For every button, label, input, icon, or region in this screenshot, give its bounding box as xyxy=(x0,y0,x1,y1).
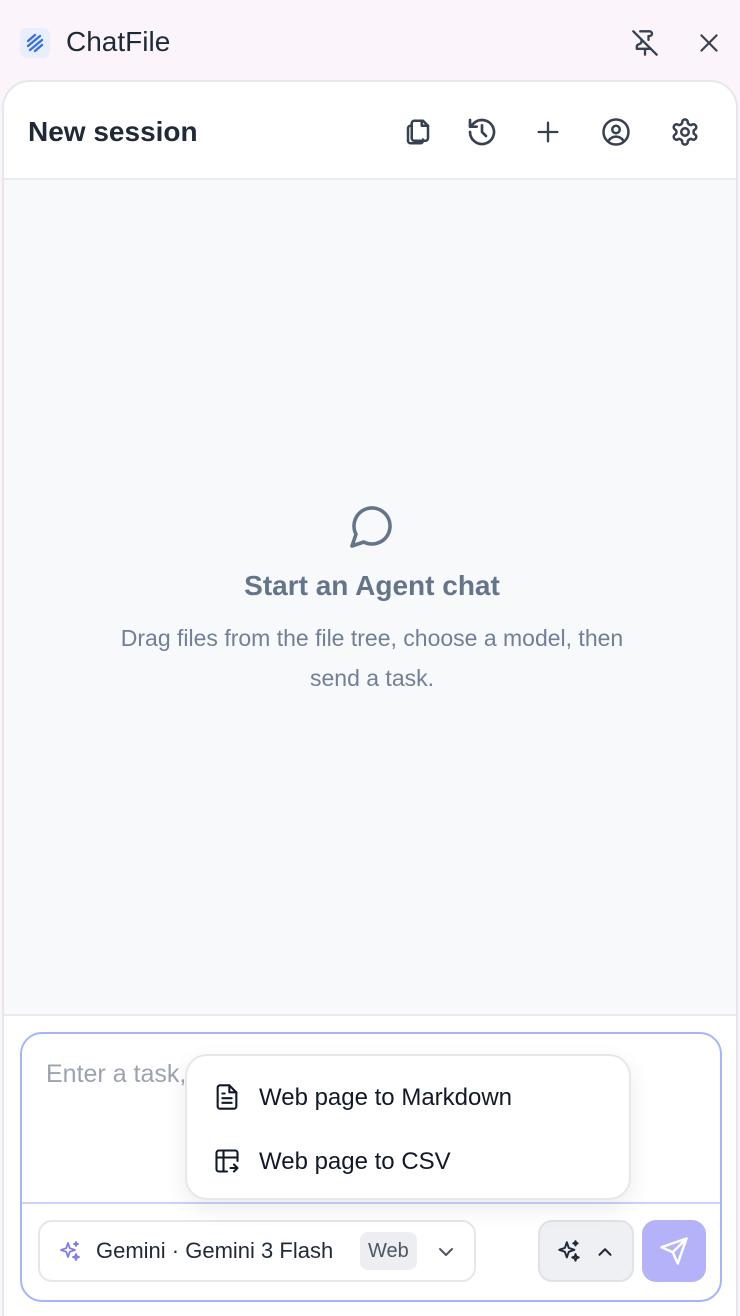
copy-button[interactable] xyxy=(396,110,440,154)
chat-bubble-icon xyxy=(350,506,392,548)
pin-off-icon xyxy=(632,30,658,56)
account-button[interactable] xyxy=(594,110,638,154)
quick-actions-menu: Web page to Markdown Web page to CSV xyxy=(185,1054,631,1200)
web-badge: Web xyxy=(360,1232,417,1270)
new-session-button[interactable] xyxy=(526,110,570,154)
panel-header: New session xyxy=(4,82,736,180)
user-circle-icon xyxy=(602,118,630,146)
chevron-down-icon xyxy=(439,1248,453,1256)
model-selector[interactable]: Gemini · Gemini 3 Flash Web xyxy=(38,1220,476,1282)
unpin-button[interactable] xyxy=(626,24,664,62)
session-title: New session xyxy=(28,116,198,147)
quick-actions-button[interactable] xyxy=(538,1220,634,1282)
app-title: ChatFile xyxy=(66,26,171,57)
table-export-icon xyxy=(215,1149,239,1173)
plus-icon xyxy=(537,121,559,143)
close-button[interactable] xyxy=(690,24,728,62)
menu-item-web-to-csv[interactable]: Web page to CSV xyxy=(195,1132,621,1190)
close-icon xyxy=(700,34,718,52)
menu-item-web-to-markdown[interactable]: Web page to Markdown xyxy=(195,1068,621,1126)
settings-button[interactable] xyxy=(663,110,707,154)
model-label: Gemini · Gemini 3 Flash xyxy=(96,1238,334,1263)
document-icon xyxy=(216,1084,238,1110)
sparkles-icon xyxy=(60,1241,80,1261)
menu-item-label: Web page to CSV xyxy=(259,1148,451,1175)
menu-item-label: Web page to Markdown xyxy=(259,1084,513,1111)
app-logo-icon xyxy=(20,28,50,58)
history-button[interactable] xyxy=(460,110,504,154)
history-icon xyxy=(468,118,496,146)
sparkles-icon xyxy=(558,1240,580,1262)
send-button[interactable] xyxy=(642,1220,706,1282)
empty-state-description: Drag files from the file tree, choose a … xyxy=(120,625,624,691)
chevron-up-icon xyxy=(598,1248,612,1256)
title-bar: ChatFile xyxy=(0,0,740,82)
settings-icon xyxy=(672,118,698,146)
empty-state-title: Start an Agent chat xyxy=(244,570,500,601)
send-icon xyxy=(660,1237,688,1265)
copy-icon xyxy=(406,119,430,145)
